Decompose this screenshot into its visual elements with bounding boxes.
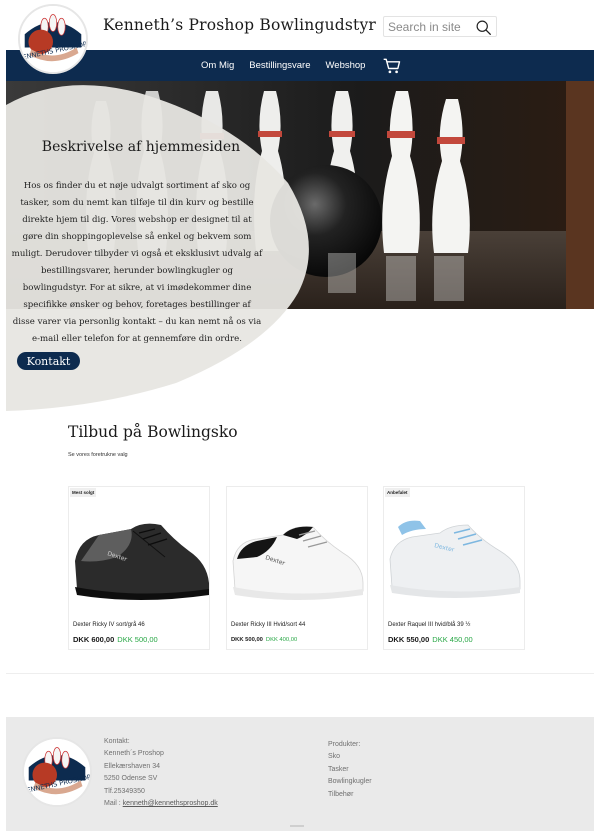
sale-price: DKK 500,00 [117,635,158,644]
nav-item-webshop[interactable]: Webshop [326,60,366,71]
product-card[interactable]: Mest solgt Dexter Dexter Ricky IV sort/g… [68,486,210,650]
product-card[interactable]: Dexter Dexter Ricky III Hvid/sort 44 DKK… [226,486,368,650]
footer-products: Produkter: Sko Tasker Bowlingkugler Tilb… [328,739,372,801]
search-icon[interactable] [475,19,492,36]
logo-graphic: KENNETHS PROSHOP [20,6,86,72]
site-header: KENNETHS PROSHOP Kenneth’s Proshop Bowli… [6,4,594,74]
site-footer: KENNETHS PROSHOP Kontakt: Kenneth´s Pros… [6,717,594,831]
site-logo[interactable]: KENNETHS PROSHOP [18,4,88,74]
search-box[interactable] [383,16,497,37]
logo-graphic: KENNETHS PROSHOP [24,739,90,805]
footer-link-bowlingkugler[interactable]: Bowlingkugler [328,776,372,788]
hero-description-panel: Beskrivelse af hjemmesiden Hos os finder… [6,83,310,411]
product-badge: Anbefalet [385,488,410,497]
product-name: Dexter Ricky III Hvid/sort 44 [231,622,306,628]
sale-price: DKK 400,00 [265,637,298,643]
footer-contact: Kontakt: Kenneth´s Proshop Ellekærshaven… [104,736,218,810]
product-card[interactable]: Anbefalet Dexter Dexter Raquel III hvid/… [383,486,525,650]
shoe-image-white-black: Dexter [232,526,364,600]
product-name: Dexter Raquel III hvid/blå 39 ½ [388,622,471,628]
footer-link-sko[interactable]: Sko [328,751,372,763]
product-prices: DKK 500,00 DKK 400,00 [231,637,297,643]
products-heading: Produkter: [328,741,361,748]
cart-icon[interactable] [382,56,402,76]
contact-mail-row: Mail : kenneth@kennethsproshop.dk [104,798,218,810]
shoe-image-black: Dexter [75,523,209,600]
product-prices: DKK 600,00 DKK 500,00 [73,635,158,644]
footer-link-tasker[interactable]: Tasker [328,764,372,776]
footer-logo[interactable]: KENNETHS PROSHOP [22,737,92,807]
product-prices: DKK 550,00 DKK 450,00 [388,635,473,644]
hero-description: Hos os finder du et nøje udvalgt sortime… [11,181,263,344]
nav-item-om-mig[interactable]: Om Mig [201,60,234,71]
shoe-image-white-blue: Dexter [389,520,521,598]
contact-city: 5250 Odense SV [104,775,158,783]
offers-subtitle: Se vores foretrukne valg [68,452,128,458]
mail-link[interactable]: kenneth@kennethsproshop.dk [123,800,218,807]
section-divider [6,673,594,674]
mail-label: Mail : [104,800,123,808]
contact-name: Kenneth´s Proshop [104,750,164,758]
nav-item-bestillingsvare[interactable]: Bestillingsvare [249,60,310,71]
old-price: DKK 600,00 [73,635,115,644]
hero-title: Beskrivelse af hjemmesiden [41,139,241,155]
contact-button[interactable]: Kontakt [17,352,80,370]
sale-price: DKK 450,00 [432,635,473,644]
scroll-indicator [290,825,304,827]
nav-items: Om Mig Bestillingsvare Webshop [201,50,402,81]
contact-heading: Kontakt: [104,738,130,745]
site-title: Kenneth’s Proshop Bowlingudstyr [103,16,377,34]
old-price: DKK 500,00 [231,637,263,643]
old-price: DKK 550,00 [388,635,430,644]
offers-title: Tilbud på Bowlingsko [68,423,238,441]
product-badge: Mest solgt [70,488,97,497]
search-input[interactable] [388,18,470,36]
contact-phone: Tlf.25349350 [104,787,145,795]
main-navigation: Om Mig Bestillingsvare Webshop [6,50,594,81]
footer-link-tilbehoer[interactable]: Tilbehør [328,789,372,801]
product-name: Dexter Ricky IV sort/grå 46 [73,622,145,628]
contact-street: Ellekærshaven 34 [104,762,161,770]
